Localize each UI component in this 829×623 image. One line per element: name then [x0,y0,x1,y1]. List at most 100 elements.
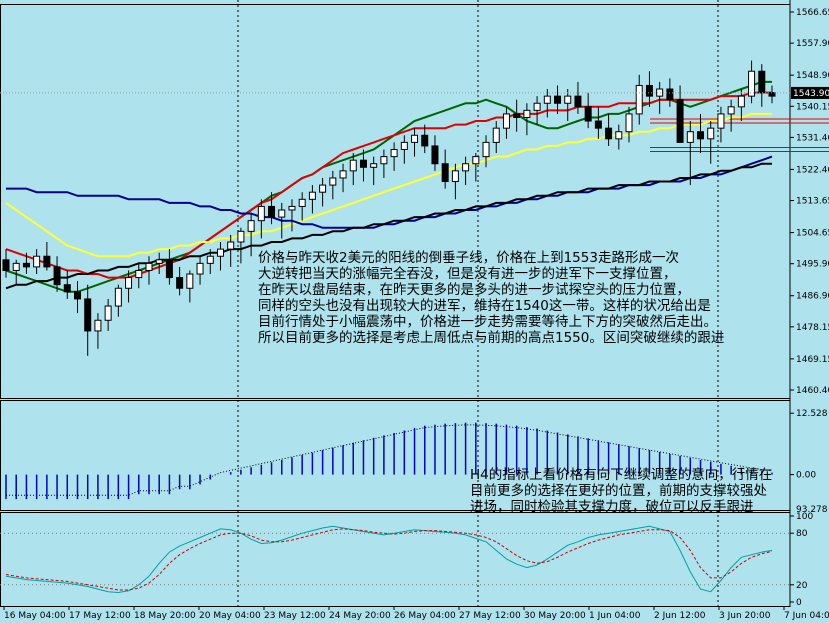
osc-tick-label: 12.528 [796,409,828,419]
time-tick-label: 30 May 20:00 [524,611,586,621]
bullish-candle [33,255,41,268]
bullish-candle [543,95,551,104]
bullish-candle [216,248,224,257]
bearish-candle [421,134,429,147]
bullish-candle [411,134,419,143]
current-price-label: 1543.90 [793,89,829,99]
price-tick-label: 1557.90 [796,39,829,49]
price-tick-label: 1566.65 [796,8,829,18]
bullish-candle [308,191,316,200]
bullish-candle [125,277,133,289]
bullish-candle [533,102,541,111]
bearish-candle [554,95,562,104]
bearish-candle [605,127,613,140]
indicator-annotation-line: 进场，同时检验其支撑力度，破位可以反手跟进 [470,499,754,515]
bullish-candle [227,241,235,250]
bearish-candle [84,298,92,332]
bullish-candle [12,262,20,271]
bearish-candle [73,291,81,300]
bullish-candle [104,305,112,321]
bearish-candle [513,113,521,118]
bullish-candle [451,170,459,183]
bearish-candle [22,262,30,268]
stoch-tick-label: 80 [796,529,808,539]
bearish-candle [43,255,51,268]
bullish-candle [288,205,296,211]
price-tick-label: 1531.40 [796,133,829,143]
bearish-candle [2,259,10,271]
bearish-candle [268,205,276,218]
bullish-candle [206,255,214,264]
bullish-candle [462,163,470,172]
bearish-candle [176,277,184,289]
bearish-candle [584,106,592,122]
bullish-candle [155,259,163,264]
bearish-candle [758,70,766,94]
bullish-candle [196,262,204,275]
bullish-candle [349,159,357,172]
bullish-candle [492,127,500,143]
bullish-candle [635,84,643,115]
price-tick-label: 1504.65 [796,229,829,239]
bullish-candle [482,141,490,158]
time-tick-label: 27 May 12:00 [459,611,521,621]
bullish-candle [390,149,398,158]
bullish-candle [686,131,694,143]
bullish-candle [278,209,286,218]
time-tick-label: 16 May 04:00 [4,611,66,621]
bearish-candle [165,259,173,279]
stoch-tick-label: 0 [796,598,802,608]
bullish-candle [114,287,122,307]
time-tick-label: 7 Jun 04:00 [784,611,829,621]
bullish-candle [339,170,347,179]
bearish-candle [697,131,705,140]
bearish-candle [594,120,602,129]
bullish-candle [564,95,572,104]
bullish-candle [523,109,531,118]
bullish-candle [380,156,388,165]
bullish-candle [748,70,756,97]
price-annotation-line: 大逆转把当天的涨幅完全吞没，但是没有进一步的进军下一支撑位置， [258,265,677,282]
bullish-candle [298,198,306,207]
bullish-candle [319,184,327,193]
bearish-candle [63,284,71,293]
bullish-candle [257,205,265,222]
bullish-candle [717,113,725,129]
bullish-candle [145,262,153,271]
time-tick-label: 18 May 20:00 [134,611,196,621]
time-tick-label: 26 May 04:00 [394,611,456,621]
osc-tick-label: 0.00 [796,471,816,481]
bearish-candle [666,88,674,101]
chart-window: 1566.65 1557.90 1548.90 1540.15 1531.40 1522.… [0,0,829,623]
time-tick-label: 1 Jun 04:00 [589,611,641,621]
h4-gold-chart: 1566.65 1557.90 1548.90 1540.15 1531.40 1522.… [0,0,829,623]
bullish-candle [186,273,194,289]
bullish-candle [625,113,633,133]
price-tick-label: 1478.15 [796,323,829,333]
price-tick-label: 1486.90 [796,292,829,302]
bullish-candle [247,220,255,232]
bearish-candle [441,163,449,183]
price-tick-label: 1540.15 [796,102,829,112]
bullish-candle [400,141,408,151]
time-tick-label: 17 May 12:00 [69,611,131,621]
time-tick-label: 23 May 12:00 [264,611,326,621]
bullish-candle [502,113,510,129]
price-tick-label: 1469.15 [796,355,829,365]
indicator-annotation-line: 目前更多的选择在更好的位置，前期的支撑较强处 [470,482,767,499]
bullish-candle [737,95,745,108]
price-annotation-line: 在昨天以盘局结束，在昨天更多的是多头的进一步试探空头的压力位置， [258,281,690,298]
price-tick-label: 1513.65 [796,197,829,207]
bullish-candle [329,177,337,186]
bullish-candle [707,127,715,140]
price-annotation-line: 同样的空头也没有出现较大的进军，维持在1540这一带。这样的状况给出是 [258,297,711,314]
bearish-candle [431,145,439,165]
bullish-candle [237,230,245,243]
time-tick-label: 2 Jun 12:00 [654,611,706,621]
time-tick-label: 3 Jun 20:00 [719,611,771,621]
bullish-candle [370,163,378,168]
price-tick-label: 1460.40 [796,386,829,396]
bearish-candle [359,159,367,168]
bullish-candle [615,131,623,140]
bullish-candle [94,319,102,332]
